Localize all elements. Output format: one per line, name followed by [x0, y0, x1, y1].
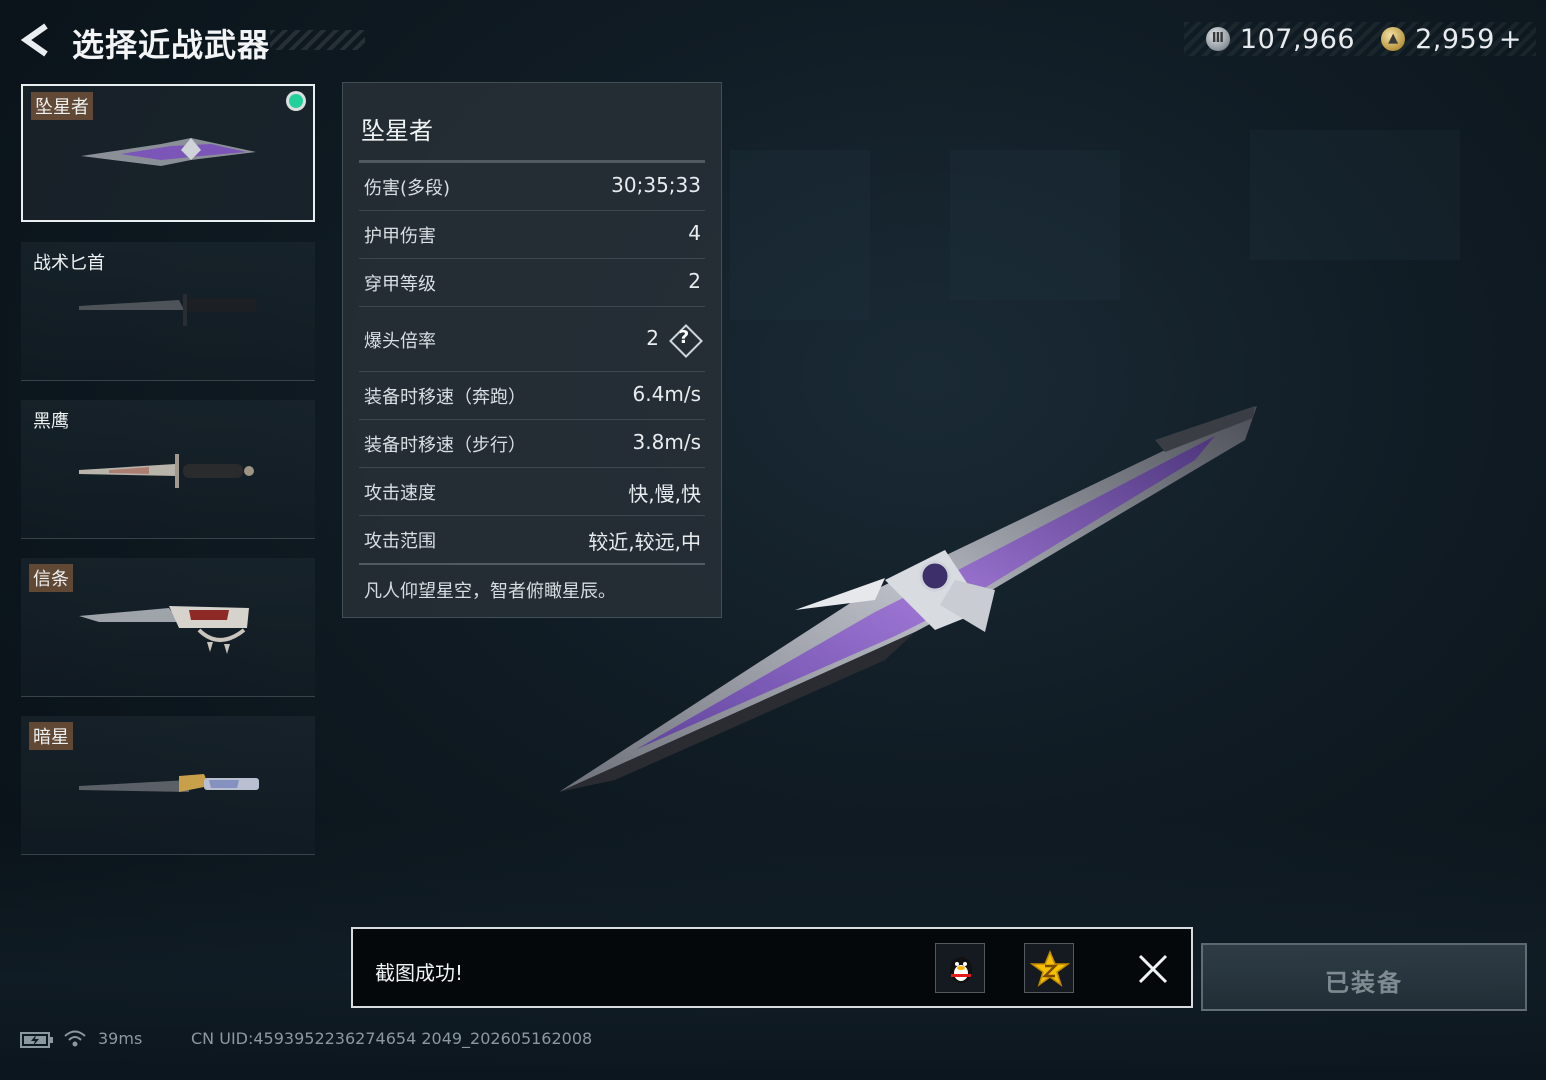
add-currency-button[interactable]: + — [1499, 24, 1522, 55]
qq-penguin-icon — [950, 957, 972, 983]
stat-row-armor-penetration: 穿甲等级 2 — [359, 259, 705, 307]
qzone-star-icon — [1029, 950, 1071, 987]
silver-coin-icon: Ⅲ — [1205, 27, 1230, 51]
gold-amount: 2,959 — [1415, 23, 1495, 55]
tactical-dagger-thumbnail — [79, 294, 257, 326]
stat-label: 装备时移速（步行） — [364, 435, 526, 456]
stat-value: 30;35;33 — [611, 173, 701, 197]
black-hawk-thumbnail — [79, 454, 254, 488]
starfaller-thumbnail — [81, 138, 256, 166]
battery-icon — [20, 1032, 53, 1048]
back-arrow-icon[interactable] — [18, 22, 54, 58]
weapon-model-preview[interactable] — [555, 400, 1275, 800]
currency-bar: Ⅲ 107,966 ▲ 2,959 + — [1183, 22, 1536, 56]
share-qq-button[interactable] — [935, 943, 985, 993]
stat-row-damage: 伤害(多段) 30;35;33 — [359, 163, 705, 211]
screenshot-toast: 截图成功! — [351, 927, 1193, 1008]
weapon-card-label: 暗星 — [29, 722, 73, 750]
weapon-card-label: 黑鹰 — [33, 411, 69, 432]
stat-label: 装备时移速（奔跑） — [364, 387, 526, 408]
equipped-indicator — [289, 94, 303, 108]
stat-label: 伤害(多段) — [364, 178, 451, 199]
background-panel — [950, 150, 1120, 300]
weapon-card-starfaller[interactable]: 坠星者 — [21, 84, 315, 222]
stat-value: 4 — [688, 221, 701, 245]
weapon-card-black-hawk[interactable]: 黑鹰 — [21, 400, 315, 539]
creed-thumbnail — [79, 606, 249, 654]
network-latency: 39ms — [98, 1029, 143, 1048]
weapon-name: 坠星者 — [361, 117, 433, 145]
weapon-card-creed[interactable]: 信条 — [21, 558, 315, 697]
equipped-button[interactable]: 已装备 — [1201, 943, 1527, 1011]
equipped-button-label: 已装备 — [1325, 969, 1403, 997]
weapon-card-label: 信条 — [29, 564, 73, 592]
stat-row-headshot-multiplier: 爆头倍率 2 ? — [359, 307, 705, 372]
stat-value: 2 — [646, 326, 659, 350]
background-panel — [1250, 130, 1460, 260]
wifi-icon — [64, 1030, 86, 1047]
stat-value: 2 — [688, 269, 701, 293]
weapon-card-tactical-dagger[interactable]: 战术匕首 — [21, 242, 315, 381]
stat-label: 护甲伤害 — [364, 226, 436, 247]
stat-label: 攻击范围 — [364, 531, 436, 552]
toast-message: 截图成功! — [375, 961, 464, 985]
silver-amount: 107,966 — [1239, 23, 1356, 55]
weapon-card-label: 战术匕首 — [33, 253, 105, 274]
stat-label: 攻击速度 — [364, 483, 436, 504]
close-icon[interactable] — [1137, 953, 1169, 985]
title-decoration — [270, 30, 365, 50]
stat-label: 穿甲等级 — [364, 274, 436, 295]
help-icon[interactable]: ? — [669, 324, 703, 358]
weapon-card-label: 坠星者 — [31, 92, 93, 120]
gold-coin-icon: ▲ — [1381, 27, 1406, 51]
user-uid: CN UID:4593952236274654 2049_20260516200… — [191, 1029, 593, 1048]
share-qzone-button[interactable] — [1024, 943, 1074, 993]
background-panel — [730, 150, 870, 320]
weapon-card-dark-star[interactable]: 暗星 — [21, 716, 315, 855]
dark-star-thumbnail — [79, 774, 259, 792]
stat-label: 爆头倍率 — [364, 331, 436, 352]
stat-row-armor-damage: 护甲伤害 4 — [359, 211, 705, 259]
page-title: 选择近战武器 — [72, 26, 271, 64]
